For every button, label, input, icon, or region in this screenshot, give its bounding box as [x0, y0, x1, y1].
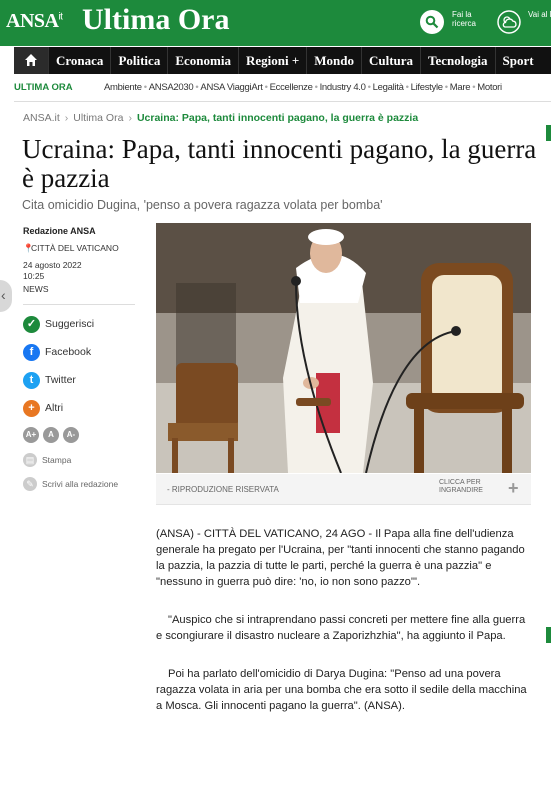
nav-item[interactable]: Mondo	[306, 47, 361, 74]
print-button[interactable]: ▤ Stampa	[23, 453, 135, 467]
subnav-separator: •	[367, 82, 371, 93]
more-share-button[interactable]: + Altri	[23, 399, 135, 417]
ansa-logo[interactable]: ANSAit	[6, 10, 63, 33]
place-text: CITTÀ DEL VATICANO	[31, 243, 119, 253]
right-edge-marker	[546, 125, 551, 141]
logo-text: ANSA	[6, 10, 59, 32]
nav-item[interactable]: Economia	[167, 47, 238, 74]
meteo-label[interactable]: Vai al Meteo	[528, 10, 551, 19]
subnav-label[interactable]: ULTIMA ORA	[14, 82, 73, 93]
right-edge-marker	[546, 627, 551, 643]
suggest-label: Suggerisci	[45, 318, 95, 330]
site-header: ANSAit Ultima Ora Fai la ricerca Vai al …	[0, 0, 551, 46]
subnav-separator: •	[444, 82, 448, 93]
twitter-button[interactable]: t Twitter	[23, 371, 135, 389]
article-date: 24 agosto 2022 10:25	[23, 260, 135, 282]
pope-photo-illustration	[156, 223, 531, 473]
logo-suffix: it	[58, 11, 63, 23]
breadcrumb-section[interactable]: Ultima Ora	[73, 112, 123, 124]
subnav-link[interactable]: Eccellenze	[270, 82, 313, 93]
chevron-left-icon: ‹	[1, 287, 6, 303]
nav-items: Cronaca Politica Economia Regioni + Mondo Cul…	[48, 47, 541, 74]
print-icon: ▤	[23, 453, 37, 467]
section-title[interactable]: Ultima Ora	[82, 3, 229, 37]
subnav-separator: •	[472, 82, 476, 93]
date-text: 24 agosto 2022	[23, 260, 82, 270]
nav-item[interactable]: Tecnologia	[420, 47, 494, 74]
article-photo[interactable]	[156, 223, 531, 473]
article-body: (ANSA) - CITTÀ DEL VATICANO, 24 AGO - Il…	[156, 526, 528, 736]
subnav-separator: •	[195, 82, 199, 93]
facebook-button[interactable]: f Facebook	[23, 343, 135, 361]
facebook-icon: f	[23, 343, 40, 361]
sub-nav: ULTIMA ORA Ambiente • ANSA2030 • ANSA Viaggi…	[14, 75, 551, 102]
twitter-icon: t	[23, 371, 40, 389]
article-place: 📍CITTÀ DEL VATICANO	[23, 243, 135, 254]
article-source: Redazione ANSA	[23, 226, 96, 236]
subnav-links: Ambiente • ANSA2030 • ANSA ViaggiArt • Eccelle…	[104, 82, 502, 93]
write-button[interactable]: ✎ Scrivi alla redazione	[23, 477, 135, 491]
pencil-icon: ✎	[23, 477, 37, 491]
time-text: 10:25	[23, 271, 45, 281]
home-icon	[25, 54, 37, 66]
photo-caption: - RIPRODUZIONE RISERVATA	[167, 485, 279, 494]
font-increase-button[interactable]: A+	[23, 427, 39, 443]
nav-item[interactable]: Cronaca	[48, 47, 110, 74]
home-button[interactable]	[14, 47, 48, 74]
font-size-controls: A+ A A-	[23, 427, 135, 443]
subnav-link[interactable]: ANSA2030	[149, 82, 194, 93]
suggest-button[interactable]: ✓ Suggerisci	[23, 315, 135, 333]
font-decrease-button[interactable]: A-	[63, 427, 79, 443]
divider	[23, 304, 135, 305]
main-nav: Cronaca Politica Economia Regioni + Mondo Cul…	[14, 47, 551, 74]
location-pin-icon: 📍	[23, 243, 34, 253]
facebook-label: Facebook	[45, 346, 92, 358]
nav-item[interactable]: Sport	[494, 47, 541, 74]
twitter-label: Twitter	[45, 374, 76, 386]
print-label: Stampa	[42, 455, 72, 465]
article-sidebar: Redazione ANSA 📍CITTÀ DEL VATICANO 24 ag…	[23, 226, 135, 491]
breadcrumb-separator: ›	[64, 112, 69, 124]
subnav-separator: •	[143, 82, 147, 93]
write-label: Scrivi alla redazione	[42, 479, 119, 489]
article-title: Ucraina: Papa, tanti innocenti pagano, l…	[22, 134, 537, 193]
font-reset-button[interactable]: A	[43, 427, 59, 443]
article-paragraph: "Auspico che si intraprendano passi conc…	[156, 614, 526, 642]
nav-item[interactable]: Regioni +	[237, 47, 306, 74]
photo-caption-bar: - RIPRODUZIONE RISERVATA CLICCA PER INGR…	[156, 474, 531, 505]
breadcrumb: ANSA.it › Ultima Ora › Ucraina: Papa, tanti …	[23, 112, 418, 124]
enlarge-link[interactable]: CLICCA PER INGRANDIRE	[439, 479, 501, 495]
enlarge-plus-icon[interactable]: +	[508, 478, 519, 499]
plus-icon: +	[23, 399, 40, 417]
subnav-separator: •	[405, 82, 409, 93]
breadcrumb-home[interactable]: ANSA.it	[23, 112, 60, 124]
breadcrumb-separator: ›	[128, 112, 132, 124]
subnav-link[interactable]: Mare	[450, 82, 471, 93]
subnav-link[interactable]: Motori	[477, 82, 502, 93]
breadcrumb-current: Ucraina: Papa, tanti innocenti pagano, l…	[136, 112, 419, 124]
subnav-separator: •	[314, 82, 318, 93]
subnav-separator: •	[264, 82, 268, 93]
article-subtitle: Cita omicidio Dugina, 'penso a povera ra…	[22, 198, 383, 212]
nav-item[interactable]: Cultura	[360, 47, 420, 74]
article-section[interactable]: NEWS	[23, 284, 135, 294]
subnav-link[interactable]: Industry 4.0	[320, 82, 366, 93]
subnav-link[interactable]: Lifestyle	[411, 82, 443, 93]
nav-item[interactable]: Politica	[110, 47, 167, 74]
search-label[interactable]: Fai la ricerca	[452, 10, 486, 28]
subnav-link[interactable]: Legalità	[373, 82, 404, 93]
article-paragraph: (ANSA) - CITTÀ DEL VATICANO, 24 AGO - Il…	[156, 528, 525, 588]
more-label: Altri	[45, 402, 64, 414]
article-paragraph: Poi ha parlato dell'omicidio di Darya Du…	[156, 668, 527, 712]
search-button[interactable]	[420, 10, 444, 34]
search-icon	[425, 15, 439, 29]
thumb-icon: ✓	[23, 315, 40, 333]
subnav-link[interactable]: Ambiente	[104, 82, 142, 93]
weather-icon[interactable]	[497, 10, 521, 34]
subnav-link[interactable]: ANSA ViaggiArt	[200, 82, 262, 93]
previous-article-tab[interactable]: ‹	[0, 280, 12, 312]
